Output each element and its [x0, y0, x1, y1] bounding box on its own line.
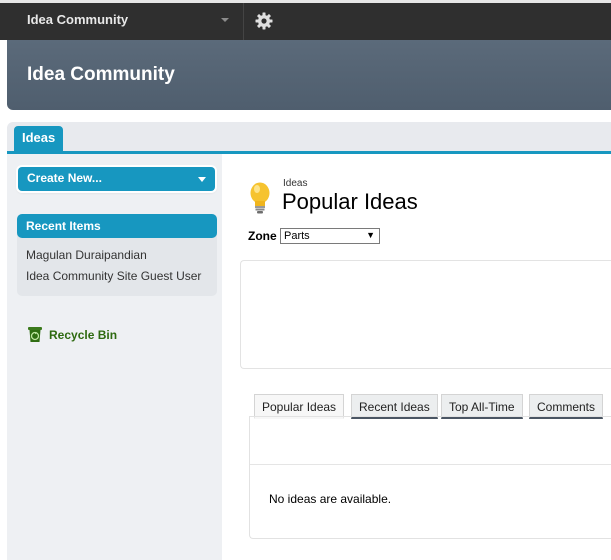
tab-ideas[interactable]: Ideas: [14, 126, 64, 154]
page-title: Popular Ideas: [282, 189, 418, 214]
page-kicker: Ideas: [283, 178, 308, 189]
global-header: Idea Community: [0, 0, 611, 40]
recycle-bin-label: Recycle Bin: [49, 328, 118, 342]
lightbulb-icon: [248, 181, 272, 215]
header-banner: Idea Community: [7, 40, 611, 110]
ideas-list-panel: No ideas are available.: [249, 416, 611, 539]
create-new-label: Create New...: [27, 171, 102, 185]
recent-items-panel: Recent Items Magulan Duraipandian Idea C…: [17, 214, 217, 296]
recent-items-title: Recent Items: [17, 214, 217, 238]
zone-select[interactable]: Parts ▼: [280, 228, 380, 244]
page-header-title: Idea Community: [27, 64, 175, 85]
chevron-down-icon: [221, 18, 229, 22]
empty-state-message: No ideas are available.: [269, 492, 392, 506]
sidebar: Create New... Recent Items Magulan Durai…: [7, 154, 222, 560]
app-name: Idea Community: [27, 12, 129, 27]
main-content: Ideas Popular Ideas Zone Parts ▼ Popular…: [222, 154, 611, 560]
zone-selected-value: Parts: [284, 230, 310, 242]
zone-content-panel: [240, 260, 611, 369]
chevron-down-icon: [198, 177, 206, 182]
recent-item-link[interactable]: Idea Community Site Guest User: [26, 269, 201, 283]
gear-icon[interactable]: [254, 11, 274, 31]
recycle-bin-icon: [27, 326, 43, 343]
app-switcher[interactable]: Idea Community: [0, 3, 244, 40]
create-new-button[interactable]: Create New...: [18, 167, 215, 191]
tab-bar: Ideas: [7, 122, 611, 154]
recent-item-link[interactable]: Magulan Duraipandian: [26, 248, 147, 262]
divider: [250, 464, 611, 465]
zone-label: Zone: [248, 229, 277, 243]
dropdown-arrow-icon: ▼: [366, 230, 375, 240]
